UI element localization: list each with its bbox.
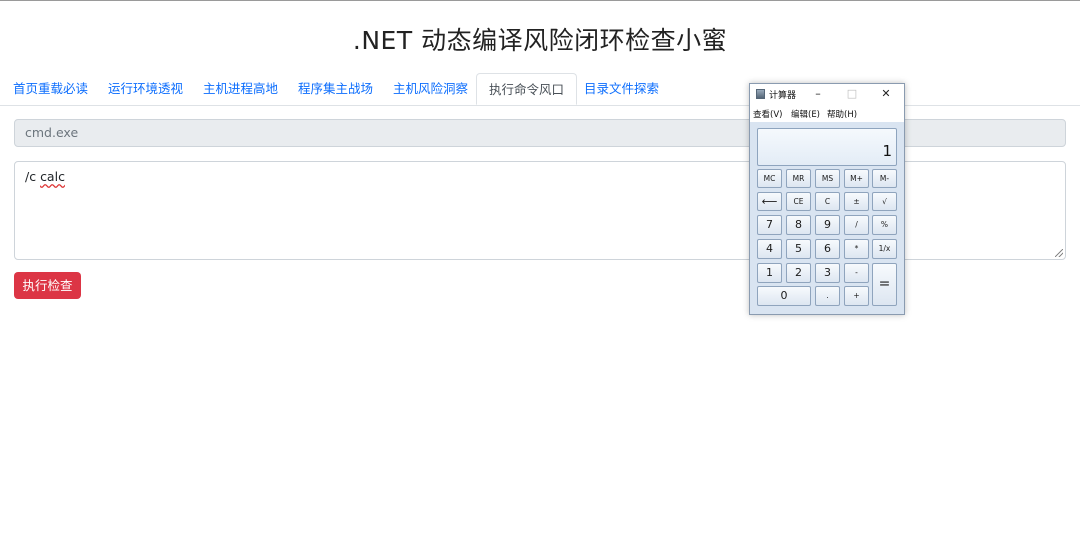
menu-help[interactable]: 帮助(H) <box>827 108 857 120</box>
key-equals[interactable]: = <box>872 263 897 306</box>
key-sqrt[interactable]: √ <box>872 192 897 211</box>
calculator-display: 1 <box>757 128 897 166</box>
key-divide[interactable]: / <box>844 215 869 235</box>
display-value: 1 <box>882 142 892 160</box>
arguments-textarea[interactable]: /c calc <box>14 161 1066 260</box>
key-reciprocal[interactable]: 1/x <box>872 239 897 259</box>
tab-bar: 首页重载必读 运行环境透视 主机进程高地 程序集主战场 主机风险洞察 执行命令风… <box>0 73 1080 106</box>
key-plus-minus[interactable]: ± <box>844 192 869 211</box>
key-c[interactable]: C <box>815 192 840 211</box>
calculator-menubar: 查看(V) 编辑(E) 帮助(H) <box>750 104 904 122</box>
key-4[interactable]: 4 <box>757 239 782 259</box>
args-word: calc <box>40 169 65 184</box>
key-3[interactable]: 3 <box>815 263 840 283</box>
calculator-window[interactable]: 计算器 – □ ✕ 查看(V) 编辑(E) 帮助(H) 1 MC MR MS M… <box>749 83 905 315</box>
tab-runtime-env[interactable]: 运行环境透视 <box>96 73 195 104</box>
key-7[interactable]: 7 <box>757 215 782 235</box>
key-mc[interactable]: MC <box>757 169 782 188</box>
tab-home[interactable]: 首页重载必读 <box>1 73 100 104</box>
calculator-titlebar[interactable]: 计算器 – □ ✕ <box>750 84 904 104</box>
key-5[interactable]: 5 <box>786 239 811 259</box>
key-m-plus[interactable]: M+ <box>844 169 869 188</box>
menu-edit[interactable]: 编辑(E) <box>791 108 820 120</box>
key-subtract[interactable]: - <box>844 263 869 283</box>
key-9[interactable]: 9 <box>815 215 840 235</box>
calculator-icon <box>756 89 765 99</box>
args-prefix: /c <box>25 169 41 184</box>
command-input[interactable]: cmd.exe <box>14 119 1066 147</box>
calculator-title: 计算器 <box>769 91 797 101</box>
page-title: .NET 动态编译风险闭环检查小蜜 <box>352 26 728 55</box>
key-mr[interactable]: MR <box>786 169 811 188</box>
run-check-button[interactable]: 执行检查 <box>14 272 81 299</box>
key-1[interactable]: 1 <box>757 263 782 283</box>
menu-view[interactable]: 查看(V) <box>753 108 782 120</box>
tab-host-risk[interactable]: 主机风险洞察 <box>381 73 480 104</box>
key-8[interactable]: 8 <box>786 215 811 235</box>
key-decimal[interactable]: . <box>815 286 840 306</box>
key-multiply[interactable]: * <box>844 239 869 259</box>
key-2[interactable]: 2 <box>786 263 811 283</box>
minimize-icon[interactable]: – <box>808 86 828 102</box>
resize-grip-icon[interactable] <box>1055 249 1063 257</box>
maximize-icon[interactable]: □ <box>842 86 862 102</box>
key-0[interactable]: 0 <box>757 286 811 306</box>
backspace-icon[interactable]: ⟵ <box>757 192 782 211</box>
tab-host-process[interactable]: 主机进程高地 <box>191 73 290 104</box>
tab-directory[interactable]: 目录文件探索 <box>572 73 671 104</box>
key-ms[interactable]: MS <box>815 169 840 188</box>
key-m-minus[interactable]: M- <box>872 169 897 188</box>
close-icon[interactable]: ✕ <box>876 86 896 102</box>
key-ce[interactable]: CE <box>786 192 811 211</box>
key-percent[interactable]: % <box>872 215 897 235</box>
tab-exec-command[interactable]: 执行命令风口 <box>476 73 578 105</box>
key-add[interactable]: + <box>844 286 869 306</box>
tab-assembly[interactable]: 程序集主战场 <box>286 73 385 104</box>
key-6[interactable]: 6 <box>815 239 840 259</box>
